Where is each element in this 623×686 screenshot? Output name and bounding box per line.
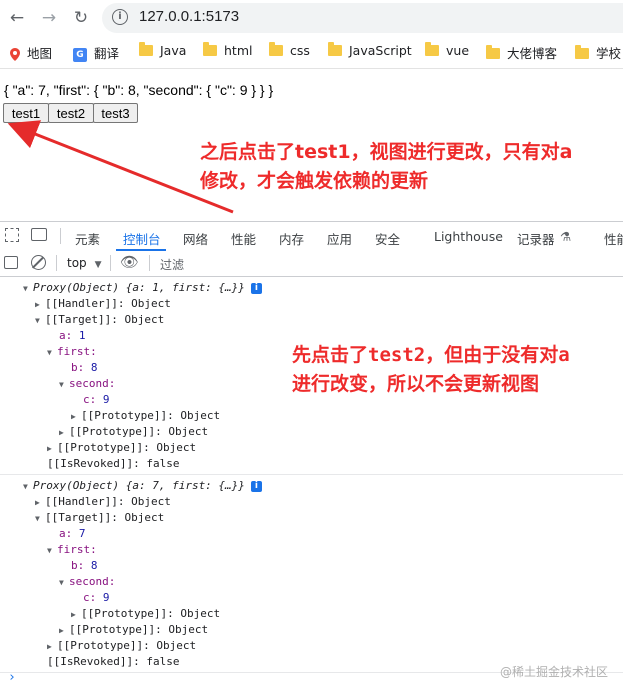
log1-c: c: 9	[83, 393, 110, 406]
tab-memory[interactable]: 内存	[279, 229, 304, 248]
expand-down-icon: ▼	[23, 482, 28, 491]
log2-handler[interactable]: ▶ [[Handler]]: Object	[35, 494, 171, 510]
log1-proto2[interactable]: ▶ [[Prototype]]: Object	[59, 424, 208, 440]
log2-first[interactable]: ▼ first:	[47, 542, 97, 558]
tab-performance-insights[interactable]: 性能	[604, 229, 623, 248]
clear-console-icon[interactable]	[31, 255, 46, 270]
annotation-mid-line2: 进行改变，所以不会更新视图	[292, 373, 540, 395]
info-icon: i	[250, 282, 262, 294]
tab-recorder[interactable]: 记录器	[517, 229, 555, 248]
console-toolbar: top ▼ 👁 过滤	[0, 251, 623, 277]
log2-proto3[interactable]: ▶ [[Prototype]]: Object	[47, 638, 196, 654]
log1-a: a: 1	[59, 329, 86, 342]
divider	[56, 255, 57, 271]
tab-elements[interactable]: 元素	[75, 229, 100, 248]
device-toggle-icon[interactable]	[31, 228, 47, 241]
expand-right-icon: ▶	[59, 626, 64, 635]
expand-right-icon: ▶	[35, 498, 40, 507]
tab-lighthouse[interactable]: Lighthouse	[434, 229, 503, 244]
watermark: @稀土掘金技术社区	[500, 665, 609, 679]
console-output: ▼ Proxy(Object) {a: 1, first: {…}} i ▶ [[Ha…	[0, 277, 623, 685]
expand-right-icon: ▶	[71, 610, 76, 619]
annotation-mid-line1: 先点击了test2，但由于没有对a	[292, 344, 570, 366]
recorder-flask-icon: ⚗	[560, 229, 572, 244]
log1-target[interactable]: ▼ [[Target]]: Object	[35, 312, 164, 328]
console-prompt[interactable]: ›	[8, 670, 16, 686]
log2-revoked: [[IsRevoked]]: false	[47, 655, 180, 668]
log2-c: c: 9	[83, 591, 110, 604]
log1-b: b: 8	[71, 361, 98, 374]
filter-input[interactable]: 过滤	[160, 256, 184, 273]
tab-application[interactable]: 应用	[327, 229, 352, 248]
sidebar-toggle-icon[interactable]	[4, 256, 18, 269]
expand-down-icon: ▼	[23, 284, 28, 293]
console-separator	[0, 474, 623, 475]
tab-security[interactable]: 安全	[375, 229, 400, 248]
log2-proto2[interactable]: ▶ [[Prototype]]: Object	[59, 622, 208, 638]
log1-proto3[interactable]: ▶ [[Prototype]]: Object	[47, 440, 196, 456]
log1-second[interactable]: ▼ second:	[59, 376, 115, 392]
log2-a: a: 7	[59, 527, 86, 540]
tab-network[interactable]: 网络	[183, 229, 208, 248]
divider	[110, 255, 111, 271]
eye-icon[interactable]: 👁	[120, 253, 139, 271]
expand-right-icon: ▶	[47, 444, 52, 453]
expand-right-icon: ▶	[35, 300, 40, 309]
expand-right-icon: ▶	[59, 428, 64, 437]
log1-revoked: [[IsRevoked]]: false	[47, 457, 180, 470]
log2-b: b: 8	[71, 559, 98, 572]
expand-down-icon: ▼	[59, 578, 64, 587]
context-selector[interactable]: top ▼	[67, 256, 102, 270]
expand-down-icon: ▼	[47, 348, 52, 357]
expand-down-icon: ▼	[35, 316, 40, 325]
log2-target[interactable]: ▼ [[Target]]: Object	[35, 510, 164, 526]
divider	[60, 228, 61, 244]
log2-header[interactable]: ▼ Proxy(Object) {a: 7, first: {…}} i	[23, 478, 262, 494]
devtools-tabs: 元素 控制台 网络 性能 内存 应用 安全 Lighthouse 记录器 ⚗ 性…	[0, 221, 623, 252]
expand-down-icon: ▼	[59, 380, 64, 389]
chevron-down-icon: ▼	[94, 260, 102, 270]
expand-right-icon: ▶	[71, 412, 76, 421]
log1-handler[interactable]: ▶ [[Handler]]: Object	[35, 296, 171, 312]
tab-performance[interactable]: 性能	[231, 229, 256, 248]
expand-right-icon: ▶	[47, 642, 52, 651]
log2-second[interactable]: ▼ second:	[59, 574, 115, 590]
arrow-to-test1	[7, 120, 234, 214]
log1-proto1[interactable]: ▶ [[Prototype]]: Object	[71, 408, 220, 424]
inspect-icon[interactable]	[5, 228, 19, 242]
divider	[149, 255, 150, 271]
log1-header[interactable]: ▼ Proxy(Object) {a: 1, first: {…}} i	[23, 280, 262, 296]
expand-down-icon: ▼	[47, 546, 52, 555]
log1-first[interactable]: ▼ first:	[47, 344, 97, 360]
tab-console[interactable]: 控制台	[123, 229, 161, 248]
info-icon: i	[250, 480, 262, 492]
expand-down-icon: ▼	[35, 514, 40, 523]
log2-proto1[interactable]: ▶ [[Prototype]]: Object	[71, 606, 220, 622]
